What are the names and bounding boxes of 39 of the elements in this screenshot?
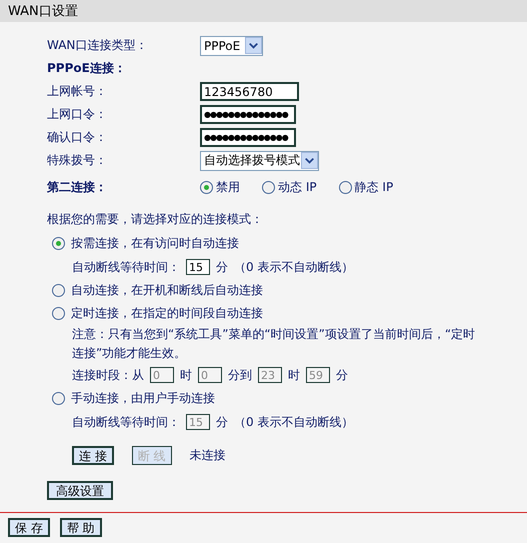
unit-label: 分 (336, 366, 348, 384)
action-button[interactable]: 连 接 (72, 446, 114, 465)
dial-mode-select[interactable]: 自动选择拨号模式 (200, 150, 319, 170)
radio-option[interactable]: 动态 IP (262, 178, 317, 196)
hint-text: （0 表示不自动断线） (234, 258, 354, 276)
hint-text: （0 表示不自动断线） (234, 414, 354, 430)
field-label: PPPoE连接： (47, 60, 127, 77)
radio-option[interactable]: 手动连接，由用户手动连接 (52, 387, 527, 410)
radio-option[interactable]: 定时连接，在指定的时间段自动连接 (52, 302, 527, 325)
field-label: 确认口令： (47, 129, 108, 146)
connection-type-select[interactable]: PPPoE (200, 36, 263, 56)
input-field[interactable]: ●●●●●●●●●●●●●● (200, 105, 296, 124)
window-title: WAN口设置 (8, 3, 78, 20)
radio-option[interactable]: 静态 IP (338, 178, 394, 196)
field-label: 上网口令： (47, 106, 108, 123)
unit-label: 时 (180, 366, 192, 384)
field-label: WAN口连接类型： (47, 37, 148, 54)
unit-label: 分 (216, 258, 228, 276)
advanced-settings-button[interactable]: 高级设置 (47, 481, 113, 500)
field-label: 连接时段：从 (72, 366, 144, 384)
input-field[interactable]: 15 (186, 259, 210, 275)
input-field[interactable]: 123456780 (200, 82, 299, 101)
field-label: 第二连接： (47, 178, 108, 196)
field-label: 自动断线等待时间： (72, 414, 180, 430)
footer-button[interactable]: 帮 助 (60, 518, 102, 537)
footer-button[interactable]: 保 存 (8, 518, 50, 537)
input-field[interactable]: ●●●●●●●●●●●●●● (200, 128, 296, 147)
field-label: 上网帐号： (47, 83, 108, 100)
unit-label: 分到 (228, 366, 252, 384)
radio-option[interactable]: 按需连接，在有访问时自动连接 (52, 232, 527, 255)
note-text: 注意：只有当您到“系统工具”菜单的“时间设置”项设置了当前时间后，“定时连接”功能才能生效。 (72, 326, 476, 362)
instruction-text: 根据您的需要，请选择对应的连接模式： (47, 211, 264, 228)
radio-option[interactable]: 自动连接，在开机和断线后自动连接 (52, 279, 527, 302)
unit-label: 时 (288, 366, 300, 384)
radio-option[interactable]: 禁用 (200, 178, 240, 196)
status-text: 未连接 (190, 447, 226, 464)
field-label: 自动断线等待时间： (72, 258, 180, 276)
field-label: 特殊拨号： (47, 152, 108, 169)
unit-label: 分 (216, 414, 228, 430)
